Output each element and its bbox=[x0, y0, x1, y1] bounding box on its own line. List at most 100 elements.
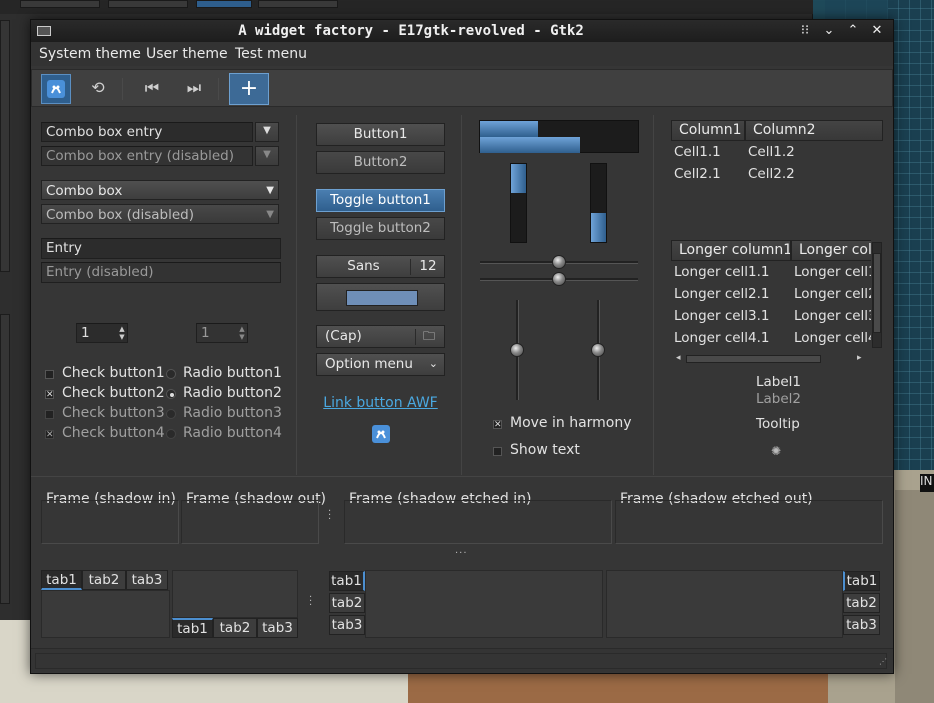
notebook-3-tab-3[interactable]: tab3 bbox=[329, 615, 365, 635]
scale-vertical-1[interactable] bbox=[510, 300, 526, 400]
scroll-right-icon[interactable]: ▸ bbox=[857, 353, 862, 363]
combo-box-entry-input[interactable]: Combo box entry bbox=[41, 122, 253, 142]
window-title: A widget factory - E17gtk-revolved - Gtk… bbox=[238, 23, 584, 39]
notebook-4-tab-3[interactable]: tab3 bbox=[843, 615, 880, 635]
scale-horizontal-2[interactable] bbox=[480, 272, 638, 288]
refresh-icon[interactable]: ⟲ bbox=[83, 74, 113, 104]
combo-box-entry-chevron-down-icon[interactable]: ▼ bbox=[255, 122, 279, 142]
progress-bar-vertical-1-fill bbox=[511, 164, 526, 193]
pane-handle-icon[interactable]: ··· bbox=[455, 548, 468, 559]
tree-view-2-cell[interactable]: Longer cell3.2 bbox=[794, 308, 871, 324]
entry-input[interactable]: Entry bbox=[41, 238, 281, 259]
chevron-up-icon[interactable]: ⌃ bbox=[843, 22, 863, 40]
notebook-2-tab-3[interactable]: tab3 bbox=[257, 618, 298, 638]
notebook-1-tab-2[interactable]: tab2 bbox=[82, 570, 126, 590]
scale-vertical-2[interactable] bbox=[591, 300, 607, 400]
scale-horizontal-1[interactable] bbox=[480, 255, 638, 271]
gimp-icon-button[interactable] bbox=[41, 74, 71, 104]
tree-view-2-cell[interactable]: Longer cell2.1 bbox=[674, 286, 770, 302]
tree-view-1-cell[interactable]: Cell1.2 bbox=[748, 144, 795, 160]
tree-view-1-cell[interactable]: Cell2.2 bbox=[748, 166, 795, 182]
tooltip-label[interactable]: Tooltip bbox=[756, 416, 800, 432]
spin-button-1[interactable]: 1 ▲ ▼ bbox=[76, 323, 128, 343]
radio-button-1-circle[interactable] bbox=[166, 369, 176, 379]
menu-user-theme[interactable]: User theme bbox=[146, 46, 228, 62]
tree-view-2-cell[interactable]: Longer cell4.1 bbox=[674, 330, 770, 346]
tree-view-1-column-2-header[interactable]: Column2 bbox=[745, 120, 883, 141]
button-1[interactable]: Button1 bbox=[316, 123, 445, 146]
check-button-1-box[interactable] bbox=[45, 370, 54, 379]
folder-icon: 🗀 bbox=[423, 329, 436, 343]
combo-box[interactable]: Combo box ▼ bbox=[41, 180, 279, 200]
scrollbar-thumb[interactable] bbox=[873, 253, 881, 333]
radio-button-1-label[interactable]: Radio button1 bbox=[183, 365, 282, 381]
resize-grip-icon[interactable]: ⋰ bbox=[879, 657, 887, 666]
show-text-checkbox[interactable] bbox=[493, 447, 502, 456]
file-chooser-button[interactable]: (Cap) 🗀 bbox=[316, 325, 445, 348]
scale-knob[interactable] bbox=[591, 343, 605, 357]
scale-knob[interactable] bbox=[552, 255, 566, 269]
scroll-left-icon[interactable]: ◂ bbox=[676, 353, 681, 363]
tree-view-1-column-1-header[interactable]: Column1 bbox=[671, 120, 745, 141]
toggle-button-1[interactable]: Toggle button1 bbox=[316, 189, 445, 212]
skip-back-icon[interactable]: ⏮ bbox=[137, 74, 167, 104]
font-button[interactable]: Sans 12 bbox=[316, 255, 445, 278]
radio-button-2-label[interactable]: Radio button2 bbox=[183, 385, 282, 401]
tree-view-2-vertical-scrollbar[interactable] bbox=[872, 242, 882, 348]
pane-handle-icon[interactable]: ··· bbox=[328, 507, 331, 525]
tree-view-2-cell[interactable]: Longer cell1.2 bbox=[794, 264, 871, 280]
tree-view-1-cell[interactable]: Cell1.1 bbox=[674, 144, 721, 160]
notebook-4-tab-2[interactable]: tab2 bbox=[843, 593, 880, 613]
move-in-harmony-checkbox[interactable]: ✕ bbox=[493, 420, 502, 430]
move-in-harmony-label[interactable]: Move in harmony bbox=[510, 415, 632, 431]
progress-bar-vertical-1 bbox=[510, 163, 527, 243]
scrollbar-thumb[interactable] bbox=[686, 355, 821, 363]
scale-knob[interactable] bbox=[552, 272, 566, 286]
radio-button-3-label: Radio button3 bbox=[183, 405, 282, 421]
check-button-1-label[interactable]: Check button1 bbox=[62, 365, 165, 381]
radio-button-2-circle[interactable] bbox=[166, 389, 176, 399]
spin-button-2-value: 1 bbox=[201, 325, 210, 341]
add-button[interactable]: + bbox=[229, 73, 269, 105]
gimp-icon[interactable] bbox=[371, 424, 391, 444]
toolbar-separator bbox=[218, 78, 219, 100]
title-bar[interactable]: A widget factory - E17gtk-revolved - Gtk… bbox=[31, 20, 893, 42]
notebook-4-tab-1[interactable]: tab1 bbox=[843, 571, 880, 591]
file-chooser-label: (Cap) bbox=[325, 328, 362, 344]
check-button-2-label[interactable]: Check button2 bbox=[62, 385, 165, 401]
color-button[interactable] bbox=[316, 283, 445, 311]
skip-forward-icon[interactable]: ⏭ bbox=[179, 74, 209, 104]
menu-system-theme[interactable]: System theme bbox=[39, 46, 141, 62]
show-text-label[interactable]: Show text bbox=[510, 442, 580, 458]
scale-knob[interactable] bbox=[510, 343, 524, 357]
tree-view-2-cell[interactable]: Longer cell4.2 bbox=[794, 330, 871, 346]
tree-view-2-horizontal-scrollbar[interactable]: ◂ ▸ bbox=[676, 353, 866, 365]
file-chooser-divider bbox=[415, 329, 416, 345]
label-1: Label1 bbox=[756, 374, 802, 390]
notebook-2-tab-2[interactable]: tab2 bbox=[213, 618, 257, 638]
notebook-2-tab-1[interactable]: tab1 bbox=[172, 618, 213, 638]
notebook-1-page bbox=[41, 590, 170, 638]
menu-test[interactable]: Test menu bbox=[235, 46, 307, 62]
tree-view-2-cell[interactable]: Longer cell2.2 bbox=[794, 286, 871, 302]
chevron-down-icon[interactable]: ⌄ bbox=[819, 22, 839, 40]
background-scrollbar bbox=[0, 314, 10, 604]
tree-view-2-column-1-header[interactable]: Longer column1 bbox=[671, 240, 791, 261]
option-menu[interactable]: Option menu ⌄ bbox=[316, 353, 445, 376]
notebook-1-tab-3[interactable]: tab3 bbox=[126, 570, 168, 590]
link-button[interactable]: Link button AWF bbox=[316, 395, 445, 411]
tree-view-2-cell[interactable]: Longer cell3.1 bbox=[674, 308, 770, 324]
pane-handle-icon[interactable]: ··· bbox=[309, 593, 312, 611]
tree-view-2-column-2-header[interactable]: Longer column2 bbox=[791, 240, 871, 261]
notebook-3-tab-2[interactable]: tab2 bbox=[329, 593, 365, 613]
combo-box-entry-disabled-input: Combo box entry (disabled) bbox=[41, 146, 253, 166]
notebook-1-tab-1[interactable]: tab1 bbox=[41, 570, 82, 590]
close-icon[interactable]: ✕ bbox=[867, 22, 887, 40]
background-scrollbar bbox=[0, 20, 10, 272]
spin-arrows-icon[interactable]: ▲ ▼ bbox=[117, 325, 127, 341]
notebook-3-tab-1[interactable]: tab1 bbox=[329, 571, 365, 591]
window-menu-icon[interactable]: ⁝⁝ bbox=[795, 22, 815, 40]
tree-view-1-cell[interactable]: Cell2.1 bbox=[674, 166, 721, 182]
check-button-2-box[interactable]: ✕ bbox=[45, 390, 54, 400]
tree-view-2-cell[interactable]: Longer cell1.1 bbox=[674, 264, 770, 280]
